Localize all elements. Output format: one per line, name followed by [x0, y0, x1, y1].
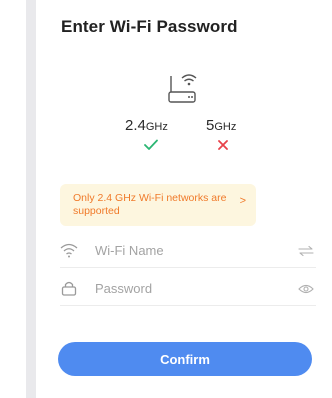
password-field[interactable]: Password: [60, 274, 320, 304]
password-placeholder: Password: [95, 281, 153, 296]
band-2-4ghz-unit: GHz: [145, 121, 168, 133]
chevron-right-icon: >: [239, 195, 246, 207]
cross-icon: [218, 140, 228, 150]
side-strip: [26, 0, 36, 398]
check-icon: [144, 139, 158, 150]
wifi-name-field[interactable]: Wi-Fi Name: [60, 236, 320, 266]
band-2-4ghz-value: 2.4: [125, 117, 146, 134]
wifi-password-screen: Enter Wi-Fi Password 2.4GHz 5GHz Only 2.…: [36, 0, 332, 398]
confirm-button[interactable]: Confirm: [58, 342, 312, 376]
wifi-icon: [60, 243, 78, 258]
wifi-field-divider: [60, 267, 316, 268]
wifi-name-placeholder: Wi-Fi Name: [95, 243, 164, 258]
band-5ghz: 5GHz: [206, 117, 236, 134]
eye-icon[interactable]: [298, 283, 314, 295]
notice-text: Only 2.4 GHz Wi-Fi networks are supporte…: [73, 192, 227, 217]
password-field-divider: [60, 305, 316, 306]
band-2-4ghz: 2.4GHz: [125, 117, 168, 134]
notice-banner[interactable]: Only 2.4 GHz Wi-Fi networks are supporte…: [60, 184, 256, 226]
router-icon: [168, 74, 197, 103]
page-title: Enter Wi-Fi Password: [61, 17, 238, 36]
band-5ghz-unit: GHz: [214, 121, 237, 133]
lock-icon: [61, 281, 77, 296]
switch-icon[interactable]: [298, 245, 314, 257]
